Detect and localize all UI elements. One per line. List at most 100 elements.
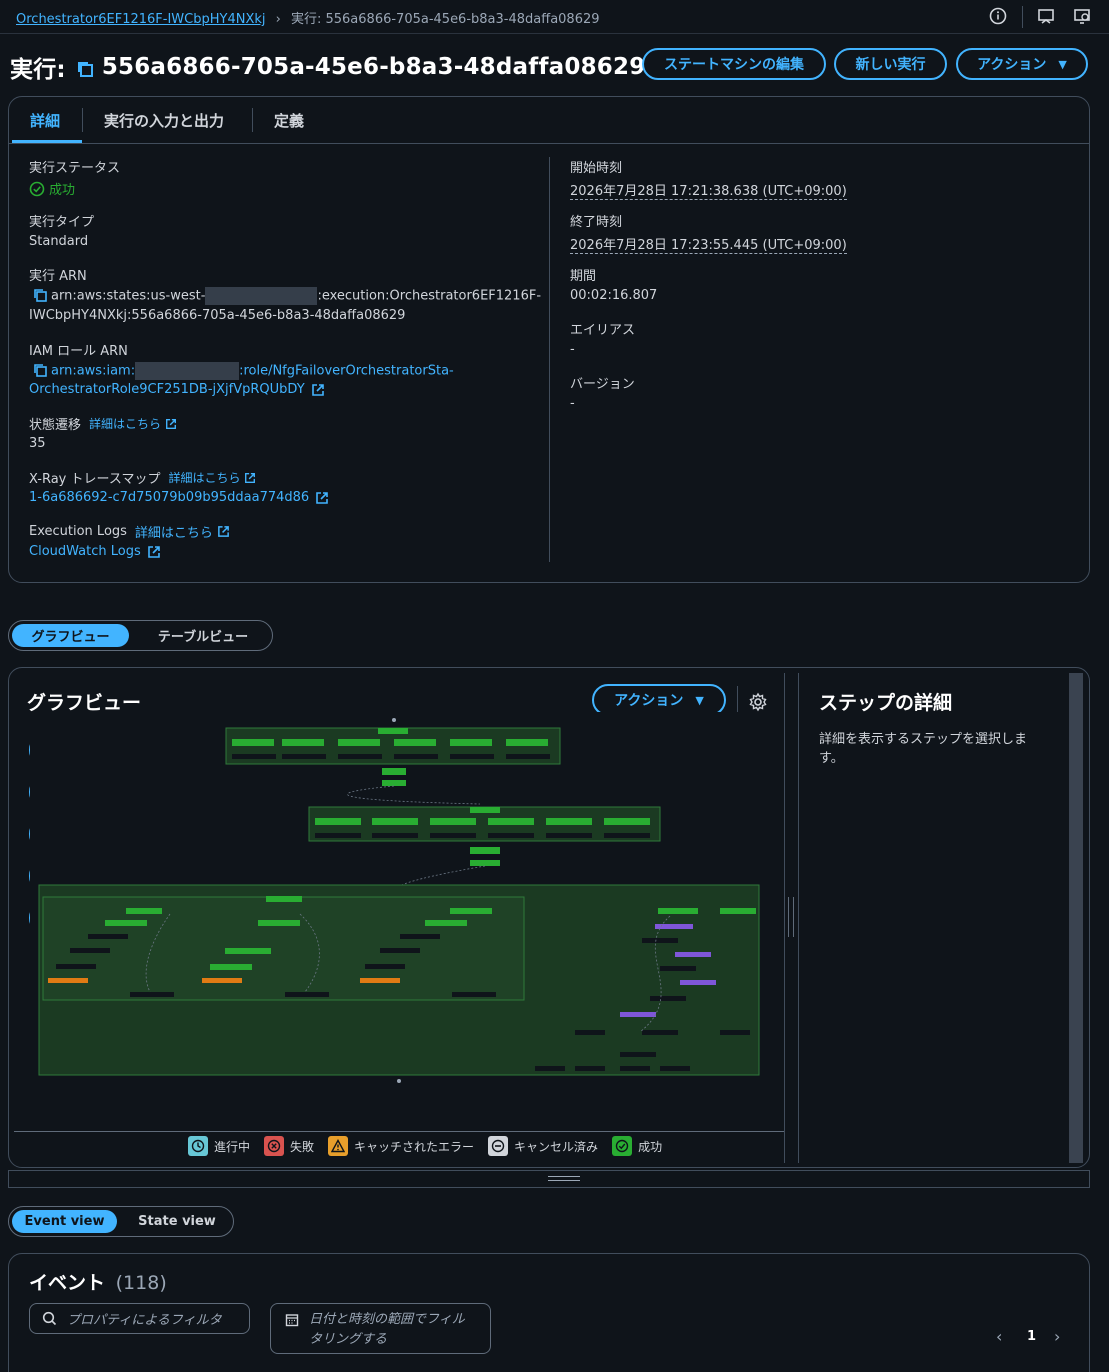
arn-value: arn:aws:states:us-west- :execution:Orches… xyxy=(33,287,541,305)
success-icon xyxy=(612,1136,633,1156)
date-range-placeholder-line1: 日付と時刻の範囲でフィル xyxy=(309,1312,465,1327)
iam-role-link-line2[interactable]: OrchestratorRole9CF251DB-jXjfVpRQUbDY xyxy=(29,382,325,397)
legend-in-progress: 進行中 xyxy=(188,1136,250,1156)
breadcrumb-separator-icon: › xyxy=(275,12,281,27)
arn-part2: :execution:Orchestrator6EF1216F- xyxy=(317,288,542,304)
events-title: イベント (118) xyxy=(29,1268,167,1295)
start-time-value: 2026年7月28日 17:21:38.638 (UTC+09:00) xyxy=(570,184,847,200)
iam-role-link[interactable]: arn:aws:iam: :role/NfgFailoverOrchestrato… xyxy=(33,362,454,380)
date-range-filter[interactable]: 日付と時刻の範囲でフィル タリングする xyxy=(270,1303,491,1354)
graph-actions-label: アクション xyxy=(614,693,684,709)
step-details-hint: 詳細を表示するステップを選択します。 xyxy=(819,732,1028,766)
scrollbar[interactable] xyxy=(1069,673,1083,1163)
state-machine-graph[interactable] xyxy=(30,712,770,1092)
legend-cancelled: キャンセル済み xyxy=(488,1136,598,1156)
pane-divider xyxy=(798,673,799,1163)
breadcrumb: Orchestrator6EF1216F-IWCbpHY4NXkj › 実行: … xyxy=(16,8,600,27)
cloudwatch-logs-link[interactable]: CloudWatch Logs xyxy=(29,544,161,559)
arn-label: 実行 ARN xyxy=(29,269,87,284)
success-check-icon xyxy=(29,181,45,196)
iam-part1: arn:aws:iam: xyxy=(51,363,136,379)
info-icon[interactable] xyxy=(987,5,1009,27)
page-title: 実行: 556a6866-705a-45e6-b8a3-48daffa08629 xyxy=(10,50,645,84)
iam-part2: :role/NfgFailoverOrchestratorSta- xyxy=(239,363,454,379)
xray-label: X-Ray トレースマップ xyxy=(29,472,161,487)
end-time-value: 2026年7月28日 17:23:55.445 (UTC+09:00) xyxy=(570,238,847,254)
logs-label: Execution Logs xyxy=(29,524,127,539)
graph-title: グラフビュー xyxy=(27,692,142,714)
xray-trace-link[interactable]: 1-6a686692-c7d75079b09b95ddaa774d86 xyxy=(29,490,329,505)
column-divider xyxy=(549,157,550,562)
events-title-text: イベント xyxy=(29,1272,106,1294)
copy-icon[interactable] xyxy=(33,363,47,377)
breadcrumb-parent-link[interactable]: Orchestrator6EF1216F-IWCbpHY4NXkj xyxy=(16,12,266,27)
logs-row: Execution Logs 詳細はこちら xyxy=(29,522,230,541)
current-page-number[interactable]: 1 xyxy=(1027,1329,1036,1344)
legend-divider xyxy=(14,1131,784,1132)
edit-state-machine-button[interactable]: ステートマシンの編集 xyxy=(642,48,826,80)
transitions-value: 35 xyxy=(29,436,46,451)
previous-page-chevron-icon[interactable]: ‹ xyxy=(996,1327,1002,1346)
legend-cancelled-label: キャンセル済み xyxy=(514,1139,599,1154)
transitions-learn-more-link[interactable]: 詳細はこちら xyxy=(89,415,161,432)
tab-details[interactable]: 詳細 xyxy=(30,108,60,132)
graph-legend: 進行中 失敗 キャッチされたエラー キャンセル済み 成功 xyxy=(188,1136,676,1156)
external-link-icon xyxy=(218,526,229,537)
type-label: 実行タイプ xyxy=(29,215,95,230)
transitions-row: 状態遷移 詳細はこちら xyxy=(29,414,177,433)
table-view-toggle[interactable]: テーブルビュー xyxy=(134,624,272,647)
copy-icon[interactable] xyxy=(33,288,47,302)
step-details-title: ステップの詳細 xyxy=(819,692,953,714)
redacted-account-id xyxy=(205,287,318,305)
resize-handle-icon[interactable] xyxy=(548,1176,580,1181)
pane-divider xyxy=(784,673,785,1163)
type-value: Standard xyxy=(29,234,89,249)
copy-icon[interactable] xyxy=(76,58,94,77)
duration-value: 00:02:16.807 xyxy=(570,288,658,303)
arn-part1: arn:aws:states:us-west- xyxy=(51,288,206,304)
vertical-resize-handle[interactable] xyxy=(788,897,794,937)
tab-divider xyxy=(82,108,83,132)
tab-definition[interactable]: 定義 xyxy=(274,108,304,132)
screen-share-icon[interactable] xyxy=(1071,5,1093,27)
cloudwatch-logs-text: CloudWatch Logs xyxy=(29,544,141,559)
cancelled-icon xyxy=(488,1136,509,1156)
version-label: バージョン xyxy=(570,377,635,392)
feedback-icon[interactable] xyxy=(1035,5,1057,27)
calendar-icon xyxy=(285,1314,299,1327)
tab-input-output[interactable]: 実行の入力と出力 xyxy=(104,108,224,132)
logs-learn-more-link[interactable]: 詳細はこちら xyxy=(135,522,213,541)
legend-failed: 失敗 xyxy=(264,1136,314,1156)
actions-dropdown-button[interactable]: アクション ▼ xyxy=(956,48,1088,80)
legend-caught-error: キャッチされたエラー xyxy=(328,1136,474,1156)
top-bar: Orchestrator6EF1216F-IWCbpHY4NXkj › 実行: … xyxy=(0,0,1109,34)
status-value: 成功 xyxy=(29,179,75,198)
legend-in-progress-label: 進行中 xyxy=(214,1139,251,1154)
xray-trace-id: 1-6a686692-c7d75079b09b95ddaa774d86 xyxy=(29,490,310,505)
state-view-toggle[interactable]: State view xyxy=(122,1210,232,1233)
alias-value: - xyxy=(570,342,575,357)
search-icon xyxy=(42,1311,57,1326)
tab-bottom-border xyxy=(9,143,1089,144)
external-link-icon xyxy=(166,418,177,429)
xray-learn-more-link[interactable]: 詳細はこちら xyxy=(168,469,240,486)
new-execution-button[interactable]: 新しい実行 xyxy=(834,48,947,80)
caret-down-icon: ▼ xyxy=(695,693,704,707)
external-link-icon xyxy=(147,545,160,558)
warning-icon xyxy=(328,1136,349,1156)
tab-divider xyxy=(252,108,253,132)
in-progress-icon xyxy=(188,1136,208,1156)
failed-icon xyxy=(264,1136,285,1156)
property-filter-input[interactable]: プロパティによるフィルタ xyxy=(29,1303,250,1334)
next-page-chevron-icon[interactable]: › xyxy=(1054,1327,1060,1346)
caret-down-icon: ▼ xyxy=(1058,57,1067,71)
iam-part3: OrchestratorRole9CF251DB-jXjfVpRQUbDY xyxy=(29,382,305,397)
graph-view-toggle[interactable]: グラフビュー xyxy=(12,624,129,647)
legend-caught-label: キャッチされたエラー xyxy=(354,1139,475,1154)
arn-value-line2: IWCbpHY4NXkj:556a6866-705a-45e6-b8a3-48d… xyxy=(29,308,406,323)
event-view-toggle[interactable]: Event view xyxy=(12,1210,117,1233)
page-title-prefix: 実行: xyxy=(10,57,66,83)
settings-gear-icon[interactable] xyxy=(748,692,768,712)
version-value: - xyxy=(570,396,575,411)
breadcrumb-current: 実行: 556a6866-705a-45e6-b8a3-48daffa08629 xyxy=(290,12,600,27)
